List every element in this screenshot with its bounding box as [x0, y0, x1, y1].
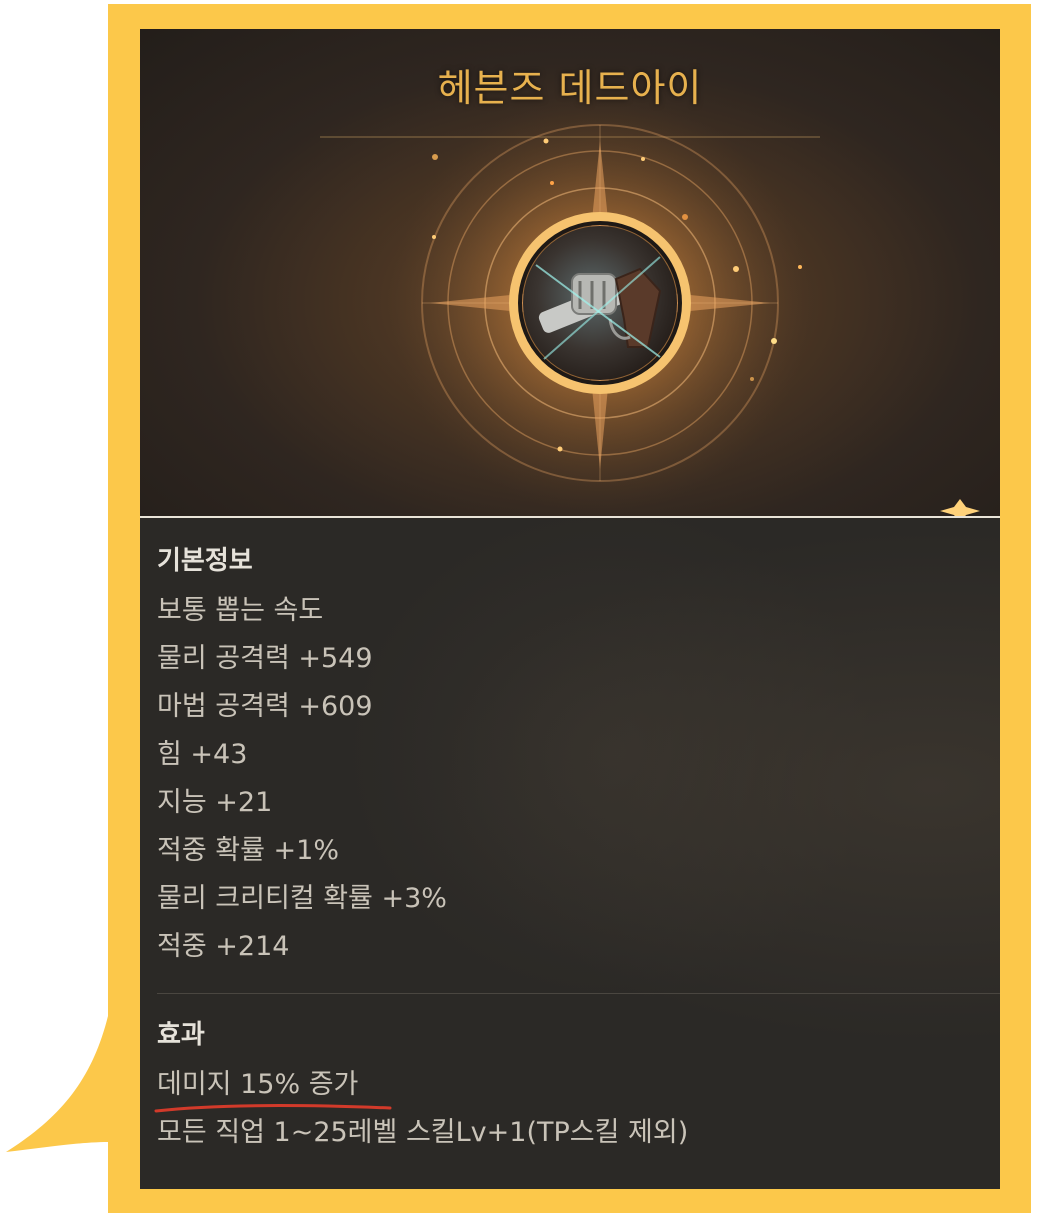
stat-physical-crit-chance: 물리 크리티컬 확률 +3%	[157, 883, 447, 914]
item-tooltip-panel: 헤븐즈 데드아이 기본정보 보통 뽑는 속도 물리 공격력 +549 마법 공격…	[140, 29, 1000, 1189]
stat-magic-attack: 마법 공격력 +609	[157, 691, 373, 722]
effects-heading: 효과	[157, 1020, 205, 1050]
item-name-title: 헤븐즈 데드아이	[437, 66, 703, 110]
stat-accuracy: 적중 +214	[157, 931, 290, 962]
stat-hit-chance: 적중 확률 +1%	[157, 835, 339, 866]
item-info-section: 기본정보 보통 뽑는 속도 물리 공격력 +549 마법 공격력 +609 힘 …	[140, 518, 1000, 1189]
screenshot-stage: 헤븐즈 데드아이 기본정보 보통 뽑는 속도 물리 공격력 +549 마법 공격…	[0, 0, 1047, 1218]
basic-info-heading: 기본정보	[157, 546, 253, 576]
stat-intelligence: 지능 +21	[157, 787, 273, 818]
stat-strength: 힘 +43	[157, 739, 248, 770]
effect-damage-increase: 데미지 15% 증가	[157, 1069, 359, 1100]
item-banner: 헤븐즈 데드아이	[140, 29, 1000, 518]
stat-physical-attack: 물리 공격력 +549	[157, 643, 373, 674]
stat-draw-speed: 보통 뽑는 속도	[157, 595, 324, 626]
section-divider	[157, 993, 1000, 994]
effect-skill-level-bonus: 모든 직업 1~25레벨 스킬Lv+1(TP스킬 제외)	[157, 1117, 689, 1148]
